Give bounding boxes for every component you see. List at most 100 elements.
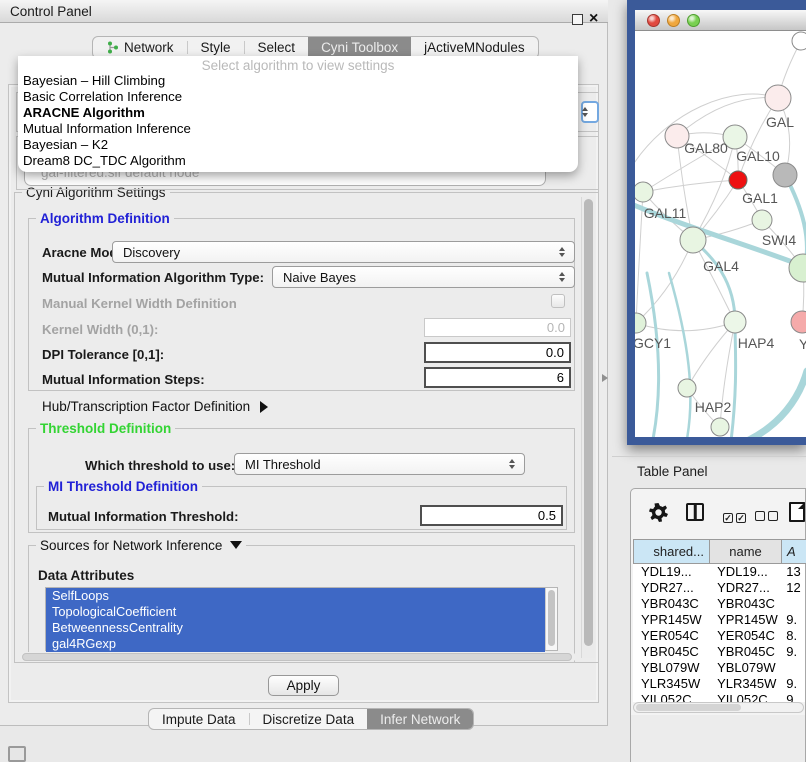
minimize-window-icon[interactable]: [667, 14, 680, 27]
table-horizontal-scrollbar[interactable]: [633, 702, 804, 713]
table-row[interactable]: YBR043CYBR043C: [633, 596, 805, 612]
apply-button[interactable]: Apply: [268, 675, 339, 696]
node-gcy1[interactable]: [635, 313, 646, 333]
scrollbar-thumb[interactable]: [22, 653, 572, 661]
attribute-item-selected[interactable]: TopologicalCoefficient: [46, 604, 545, 620]
kernel-width-field[interactable]: 0.0: [424, 318, 571, 337]
cell: 9.: [780, 644, 805, 660]
mi-threshold-field[interactable]: 0.5: [420, 505, 563, 526]
node-label: GAL10: [736, 148, 780, 164]
bottom-left-partial-icon[interactable]: [8, 746, 26, 762]
cell: YIL052C: [633, 692, 709, 702]
dpi-tolerance-field[interactable]: 0.0: [424, 342, 571, 363]
dropdown-item[interactable]: Bayesian – Hill Climbing: [18, 73, 578, 89]
collapse-down-icon: [230, 541, 242, 549]
deselect-all-checks-icon[interactable]: [755, 508, 781, 526]
column-header-name[interactable]: name: [710, 539, 782, 564]
node-hap4[interactable]: [724, 311, 746, 333]
column-header-shared-name[interactable]: shared...: [633, 539, 710, 564]
settings-horizontal-scrollbar[interactable]: [20, 652, 576, 662]
new-table-icon[interactable]: [789, 502, 805, 522]
sources-group-title[interactable]: Sources for Network Inference: [36, 538, 246, 553]
node-label: GAL1: [742, 190, 778, 206]
network-node-labels: GAL GAL80 GAL10 GAL11 GAL1 SWI4 GAL4 GCY…: [635, 114, 806, 415]
mi-threshold-definition-title: MI Threshold Definition: [44, 479, 202, 494]
dropdown-item[interactable]: Dream8 DC_TDC Algorithm: [18, 153, 578, 169]
settings-vertical-scrollbar[interactable]: [581, 197, 595, 658]
table-toolbar: ✓✓: [631, 489, 805, 538]
network-view-window[interactable]: GAL GAL80 GAL10 GAL11 GAL1 SWI4 GAL4 GCY…: [627, 0, 806, 445]
tab-discretize-data[interactable]: Discretize Data: [250, 709, 368, 729]
table-row[interactable]: YBR045CYBR045C9.: [633, 644, 805, 660]
node-gal-pink[interactable]: [765, 85, 791, 111]
scrollbar-thumb[interactable]: [548, 590, 555, 646]
close-window-icon[interactable]: [647, 14, 660, 27]
manual-kernel-width-checkbox[interactable]: [551, 294, 565, 308]
network-canvas[interactable]: GAL GAL80 GAL10 GAL11 GAL1 SWI4 GAL4 GCY…: [635, 31, 806, 437]
zoom-window-icon[interactable]: [687, 14, 700, 27]
close-panel-icon[interactable]: ×: [589, 7, 598, 30]
node-partial-top[interactable]: [792, 32, 806, 50]
node-hap2[interactable]: [678, 379, 696, 397]
tab-infer-network[interactable]: Infer Network: [367, 709, 473, 729]
cell: YDR27...: [709, 580, 780, 596]
columns-icon[interactable]: [686, 503, 704, 521]
tab-jactivemnodules[interactable]: jActiveMNodules: [411, 37, 538, 58]
table-row[interactable]: YLR345WYLR345W9.: [633, 676, 805, 692]
node-gal4[interactable]: [680, 227, 706, 253]
select-all-checks-icon[interactable]: ✓✓: [723, 508, 749, 526]
tab-network[interactable]: Network: [93, 37, 187, 58]
algorithm-combo-right-end[interactable]: [581, 101, 599, 123]
network-window-titlebar[interactable]: [635, 10, 806, 31]
tab-impute-data[interactable]: Impute Data: [149, 709, 249, 729]
tab-select[interactable]: Select: [245, 37, 309, 58]
table-row[interactable]: YDR27...YDR27...12: [633, 580, 805, 596]
network-graph: GAL GAL80 GAL10 GAL11 GAL1 SWI4 GAL4 GCY…: [635, 31, 806, 437]
cell: YBR045C: [633, 644, 709, 660]
node-label: GAL80: [684, 140, 728, 156]
node-gal11[interactable]: [635, 182, 653, 202]
dropdown-item[interactable]: Bayesian – K2: [18, 137, 578, 153]
column-header-partial[interactable]: A: [782, 539, 806, 564]
node-partial-bottom[interactable]: [711, 418, 729, 436]
mi-steps-field[interactable]: 6: [424, 367, 571, 388]
table-row[interactable]: YDL19...YDL19...13: [633, 564, 805, 580]
data-attributes-list[interactable]: SelfLoops TopologicalCoefficient Between…: [45, 587, 558, 651]
tab-select-label: Select: [258, 40, 296, 55]
which-threshold-combo[interactable]: MI Threshold: [234, 453, 525, 475]
mi-algorithm-type-combo[interactable]: Naive Bayes: [272, 266, 575, 288]
gear-icon[interactable]: [649, 503, 668, 522]
table-row[interactable]: YER054CYER054C8.: [633, 628, 805, 644]
tab-style[interactable]: Style: [188, 37, 244, 58]
cell: 13: [780, 564, 805, 580]
hub-definition-expander[interactable]: Hub/Transcription Factor Definition: [42, 399, 268, 414]
node-gray[interactable]: [773, 163, 797, 187]
attribute-item-selected[interactable]: gal4RGexp: [46, 636, 545, 652]
attribute-item-selected[interactable]: SelfLoops: [46, 588, 545, 604]
table-panel-divider: [612, 456, 806, 457]
attribute-item-selected[interactable]: BetweennessCentrality: [46, 620, 545, 636]
cell: YLR345W: [709, 676, 780, 692]
node-label: SWI4: [762, 232, 796, 248]
splitpane-arrow-icon[interactable]: [602, 374, 608, 382]
attributes-list-scrollbar[interactable]: [545, 588, 557, 650]
dropdown-item[interactable]: Basic Correlation Inference: [18, 89, 578, 105]
table-row[interactable]: YBL079WYBL079W: [633, 660, 805, 676]
control-panel-titlebar: Control Panel: [0, 0, 608, 23]
tab-cyni-toolbox[interactable]: Cyni Toolbox: [308, 37, 411, 58]
aracne-mode-combo[interactable]: Discovery: [112, 241, 575, 263]
cell: YER054C: [709, 628, 780, 644]
scrollbar-thumb[interactable]: [584, 199, 593, 646]
scrollbar-thumb[interactable]: [636, 704, 741, 711]
tab-style-label: Style: [201, 40, 231, 55]
cell: 9: [780, 692, 805, 702]
dropdown-item[interactable]: Mutual Information Inference: [18, 121, 578, 137]
dropdown-item-selected[interactable]: ARACNE Algorithm: [18, 105, 578, 121]
node-gal1[interactable]: [752, 210, 772, 230]
node-right-green[interactable]: [789, 254, 806, 282]
table-row[interactable]: YPR145WYPR145W9.: [633, 612, 805, 628]
node-red-selected[interactable]: [729, 171, 747, 189]
node-y-pink[interactable]: [791, 311, 806, 333]
table-row-clipped[interactable]: YIL052CYIL052C9: [633, 692, 805, 702]
float-panel-icon[interactable]: [572, 14, 583, 25]
